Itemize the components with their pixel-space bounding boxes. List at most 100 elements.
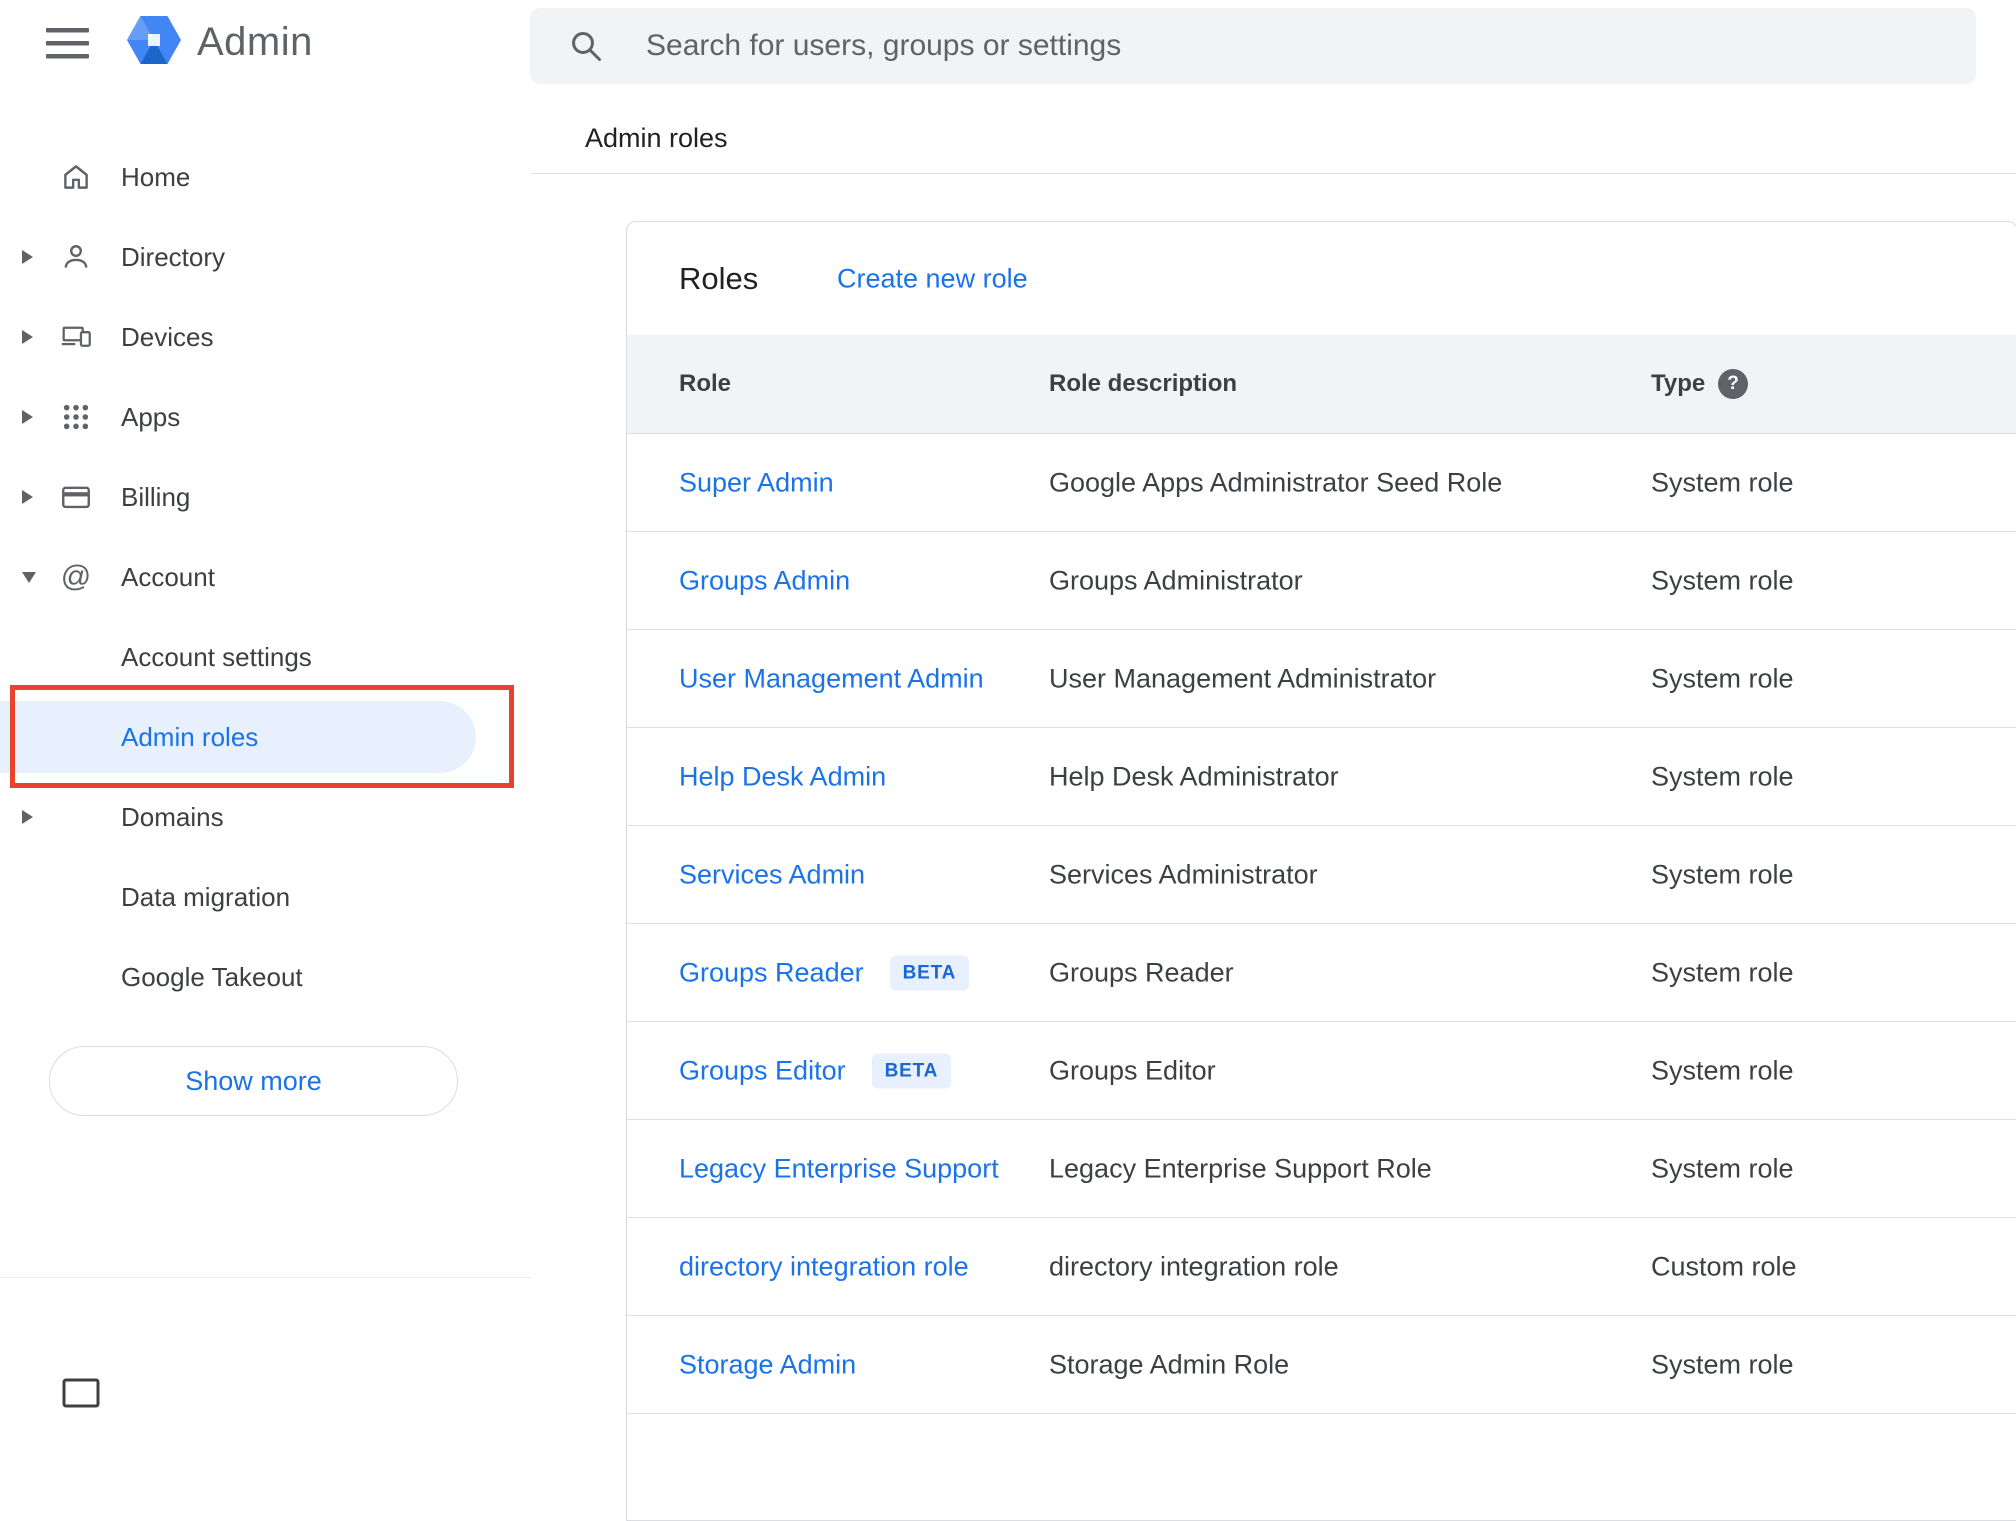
help-icon[interactable]: ?: [1718, 369, 1748, 399]
table-row: Help Desk Admin Help Desk Administrator …: [627, 728, 2016, 826]
table-row: Groups Reader BETA Groups Reader System …: [627, 924, 2016, 1022]
role-type-cell: System role: [1651, 761, 1794, 791]
apps-grid-icon: [58, 399, 94, 435]
show-more-button[interactable]: Show more: [49, 1046, 458, 1116]
sidebar: Admin Home Directory Devices Apps Billin…: [0, 0, 531, 1408]
column-header-role: Role: [679, 370, 732, 397]
role-link[interactable]: directory integration role: [679, 1251, 969, 1282]
admin-logo[interactable]: Admin: [127, 14, 313, 71]
role-description-cell: User Management Administrator: [1049, 663, 1437, 693]
role-link[interactable]: Storage Admin: [679, 1349, 856, 1380]
role-type-cell: System role: [1651, 1055, 1794, 1085]
hamburger-menu-icon[interactable]: [46, 26, 90, 60]
role-description-cell: Groups Reader: [1049, 957, 1234, 987]
sidebar-item-home[interactable]: Home: [0, 137, 531, 217]
table-row: directory integration role directory int…: [627, 1218, 2016, 1316]
role-type-cell: Custom role: [1651, 1251, 1797, 1281]
beta-badge: BETA: [889, 955, 970, 990]
sidebar-item-devices[interactable]: Devices: [0, 297, 531, 377]
sidebar-item-apps[interactable]: Apps: [0, 377, 531, 457]
table-row: Services Admin Services Administrator Sy…: [627, 826, 2016, 924]
at-sign-icon: @: [58, 559, 94, 595]
roles-panel-header: Roles Create new role: [627, 222, 2016, 335]
sidebar-item-admin-roles[interactable]: Admin roles: [0, 701, 476, 773]
person-icon: [58, 239, 94, 275]
sidebar-item-label: Data migration: [121, 881, 291, 912]
sidebar-bottom-divider: [0, 1277, 531, 1278]
role-type-cell: System role: [1651, 859, 1794, 889]
role-link[interactable]: Legacy Enterprise Support: [679, 1153, 999, 1184]
role-type-cell: System role: [1651, 467, 1794, 497]
sidebar-item-label: Billing: [121, 481, 191, 512]
role-link[interactable]: Super Admin: [679, 467, 834, 498]
create-new-role-link[interactable]: Create new role: [837, 263, 1028, 294]
role-link[interactable]: Groups Reader: [679, 957, 864, 988]
show-more-label: Show more: [185, 1065, 322, 1096]
table-row: User Management Admin User Management Ad…: [627, 630, 2016, 728]
role-link[interactable]: Groups Admin: [679, 565, 850, 596]
role-type-cell: System role: [1651, 565, 1794, 595]
home-icon: [58, 159, 94, 195]
search-input[interactable]: [646, 29, 1896, 63]
role-link[interactable]: Groups Editor: [679, 1055, 846, 1086]
sidebar-item-domains[interactable]: Domains: [0, 777, 531, 857]
role-type-cell: System role: [1651, 957, 1794, 987]
expand-right-icon[interactable]: [22, 330, 33, 344]
expand-right-icon[interactable]: [22, 250, 33, 264]
sidebar-item-label: Google Takeout: [121, 961, 303, 992]
role-description-cell: Services Administrator: [1049, 859, 1318, 889]
search-bar: [530, 8, 1976, 84]
roles-panel: Roles Create new role Role Role descript…: [626, 221, 2016, 1521]
sidebar-item-label: Admin roles: [121, 721, 259, 752]
breadcrumb: Admin roles: [585, 123, 728, 153]
credit-card-icon: [58, 479, 94, 515]
column-header-type: Type: [1651, 370, 1706, 397]
sidebar-item-label: Home: [121, 161, 191, 192]
sidebar-item-label: Directory: [121, 241, 226, 272]
header-divider: [531, 173, 2016, 174]
panel-title: Roles: [679, 260, 759, 296]
role-description-cell: Help Desk Administrator: [1049, 761, 1339, 791]
role-type-cell: System role: [1651, 1349, 1794, 1379]
role-description-cell: Legacy Enterprise Support Role: [1049, 1153, 1432, 1183]
role-link[interactable]: Help Desk Admin: [679, 761, 886, 792]
column-header-description: Role description: [1049, 370, 1238, 397]
sidebar-item-data-migration[interactable]: Data migration: [0, 857, 531, 937]
table-row: Groups Admin Groups Administrator System…: [627, 532, 2016, 630]
sidebar-item-account-settings[interactable]: Account settings: [0, 617, 531, 697]
devices-icon: [58, 319, 94, 355]
sidebar-item-google-takeout[interactable]: Google Takeout: [0, 937, 531, 1017]
expand-right-icon[interactable]: [22, 410, 33, 424]
role-link[interactable]: User Management Admin: [679, 663, 984, 694]
role-link[interactable]: Services Admin: [679, 859, 865, 890]
role-description-cell: Google Apps Administrator Seed Role: [1049, 467, 1503, 497]
role-description-cell: Storage Admin Role: [1049, 1349, 1290, 1379]
sidebar-nav: Home Directory Devices Apps Billing @ Ac…: [0, 137, 531, 1017]
sidebar-item-directory[interactable]: Directory: [0, 217, 531, 297]
expand-right-icon[interactable]: [22, 810, 33, 824]
sidebar-item-label: Apps: [121, 401, 181, 432]
table-row: Storage Admin Storage Admin Role System …: [627, 1316, 2016, 1414]
expand-right-icon[interactable]: [22, 490, 33, 504]
table-row: Legacy Enterprise Support Legacy Enterpr…: [627, 1120, 2016, 1218]
role-type-cell: System role: [1651, 663, 1794, 693]
admin-hexagon-logo-icon: [127, 14, 181, 71]
role-description-cell: Groups Editor: [1049, 1055, 1216, 1085]
svg-text:@: @: [61, 560, 91, 593]
collapse-down-icon[interactable]: [22, 571, 36, 583]
search-icon[interactable]: [568, 28, 604, 64]
sidebar-item-billing[interactable]: Billing: [0, 457, 531, 537]
sidebar-item-label: Domains: [121, 801, 224, 832]
device-icon-cutoff[interactable]: [60, 1376, 104, 1421]
role-description-cell: directory integration role: [1049, 1251, 1339, 1281]
table-row: Super Admin Google Apps Administrator Se…: [627, 434, 2016, 532]
sidebar-item-account[interactable]: @ Account: [0, 537, 531, 617]
sidebar-item-label: Account: [121, 561, 215, 592]
product-name: Admin: [197, 20, 313, 64]
sidebar-item-label: Devices: [121, 321, 214, 352]
table-header-row: Role Role description Type ?: [627, 335, 2016, 434]
beta-badge: BETA: [871, 1053, 952, 1088]
roles-table-body: Super Admin Google Apps Administrator Se…: [627, 434, 2016, 1414]
role-description-cell: Groups Administrator: [1049, 565, 1303, 595]
role-type-cell: System role: [1651, 1153, 1794, 1183]
